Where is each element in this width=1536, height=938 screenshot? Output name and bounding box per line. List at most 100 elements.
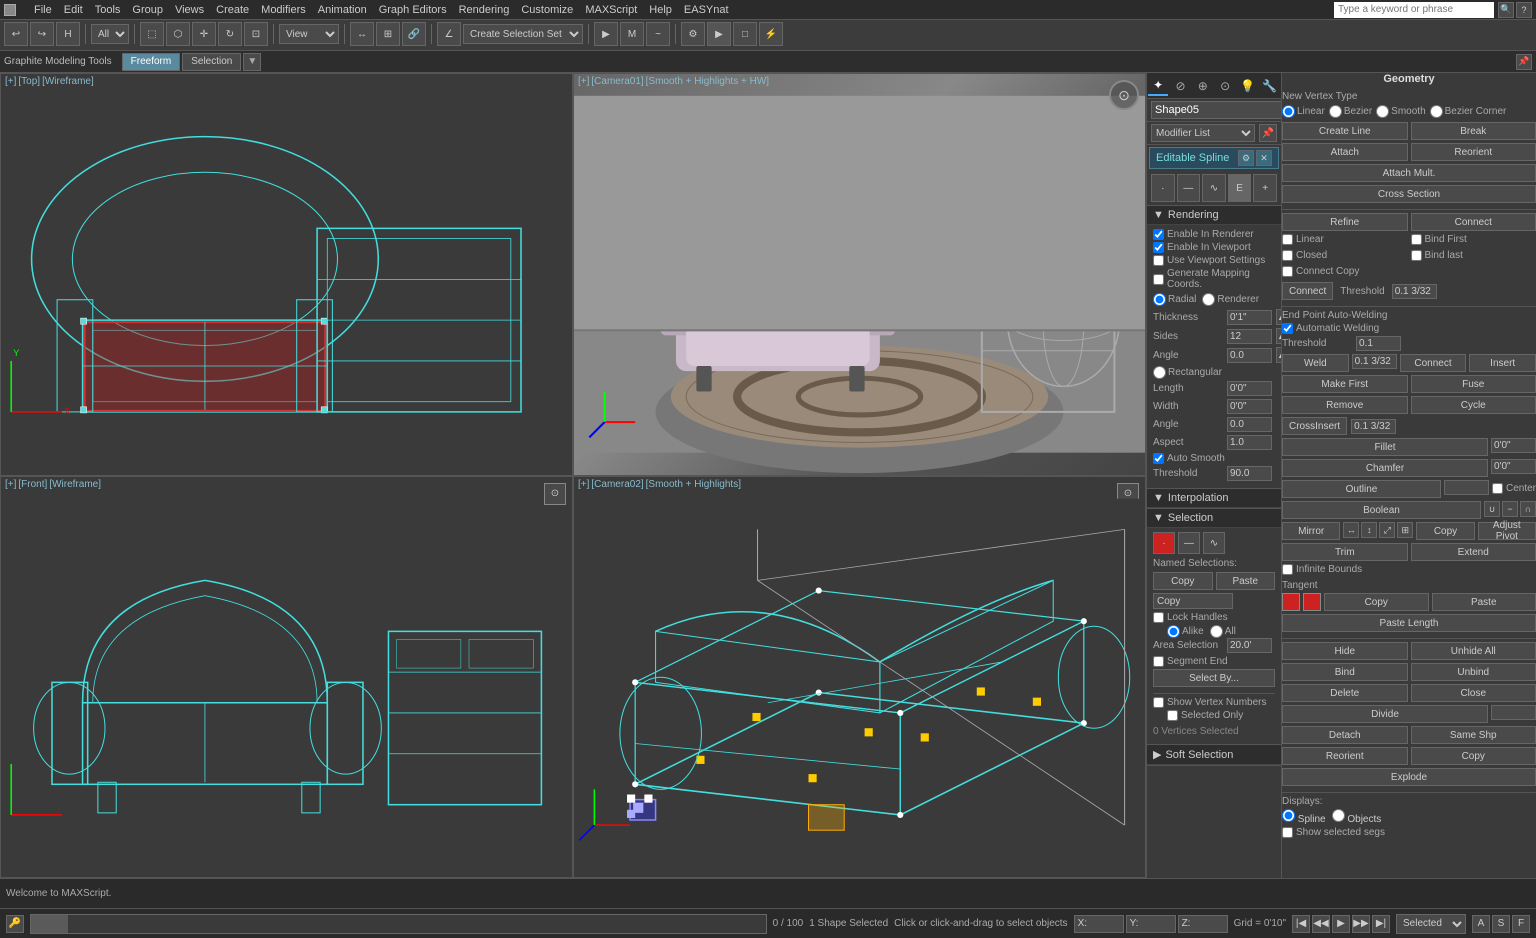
spline-config-icon[interactable]: ⚙ bbox=[1238, 150, 1254, 166]
next-frame-btn[interactable]: ▶| bbox=[1372, 915, 1390, 933]
weld-val-input[interactable] bbox=[1352, 354, 1397, 369]
undo-btn[interactable]: ↩ bbox=[4, 22, 28, 46]
bind-last-check[interactable] bbox=[1411, 250, 1422, 261]
delete-btn[interactable]: Delete bbox=[1282, 684, 1408, 702]
spline-icon[interactable]: ∿ bbox=[1202, 174, 1226, 202]
chamfer-val[interactable] bbox=[1491, 459, 1536, 474]
play-anim-btn[interactable]: ▶ bbox=[1332, 915, 1350, 933]
bezier-vertex-radio[interactable] bbox=[1329, 105, 1342, 118]
threshold-input[interactable] bbox=[1392, 284, 1437, 299]
trim-btn[interactable]: Trim bbox=[1282, 543, 1408, 561]
cross-section-btn[interactable]: Cross Section bbox=[1282, 185, 1536, 203]
vp2-label[interactable]: [+][Front][Wireframe] bbox=[5, 479, 103, 490]
bool-inter-icon[interactable]: ∩ bbox=[1520, 501, 1536, 517]
reorient-btn[interactable]: Reorient bbox=[1411, 143, 1536, 161]
auto-key-btn[interactable]: A bbox=[1472, 915, 1490, 933]
filter-select[interactable]: All bbox=[91, 24, 129, 44]
viewport-camera01[interactable]: [+][Camera01][Smooth + Highlights + HW] bbox=[573, 73, 1146, 476]
mirror-d-icon[interactable]: ⤢ bbox=[1379, 522, 1395, 538]
sel-spline-icon[interactable]: ∿ bbox=[1203, 532, 1225, 554]
window-icon[interactable] bbox=[4, 4, 16, 16]
prev-key-btn[interactable]: ◀◀ bbox=[1312, 915, 1330, 933]
quick-render-btn[interactable]: ⚡ bbox=[759, 22, 783, 46]
menu-modifiers[interactable]: Modifiers bbox=[261, 4, 306, 16]
radial-radio[interactable] bbox=[1153, 293, 1166, 306]
bool-sub-icon[interactable]: − bbox=[1502, 501, 1518, 517]
outline-val[interactable] bbox=[1444, 480, 1489, 495]
graphite-tab-freeform[interactable]: Freeform bbox=[122, 53, 181, 71]
menu-help[interactable]: Help bbox=[649, 4, 672, 16]
menu-create[interactable]: Create bbox=[216, 4, 249, 16]
extend-btn[interactable]: Extend bbox=[1411, 543, 1536, 561]
prev-frame-btn[interactable]: |◀ bbox=[1292, 915, 1310, 933]
time-slider[interactable] bbox=[30, 914, 767, 934]
object-display-radio[interactable] bbox=[1332, 809, 1345, 822]
scale-btn[interactable]: ⊡ bbox=[244, 22, 268, 46]
z-coord-input[interactable] bbox=[1178, 915, 1228, 933]
same-shp-btn[interactable]: Same Shp bbox=[1411, 726, 1536, 744]
make-first-btn[interactable]: Make First bbox=[1282, 375, 1408, 393]
menu-graph-editors[interactable]: Graph Editors bbox=[379, 4, 447, 16]
menu-tools[interactable]: Tools bbox=[95, 4, 121, 16]
infinite-bounds-check[interactable] bbox=[1282, 564, 1293, 575]
enable-renderer-check[interactable] bbox=[1153, 229, 1164, 240]
fillet-btn[interactable]: Fillet bbox=[1282, 438, 1488, 456]
viewport-camera02[interactable]: [+][Camera02][Smooth + Highlights] ⊙ bbox=[573, 476, 1146, 879]
menu-rendering[interactable]: Rendering bbox=[459, 4, 510, 16]
select-by-btn[interactable]: Select By... bbox=[1153, 669, 1275, 687]
help-icon[interactable]: ? bbox=[1516, 2, 1532, 18]
hide-btn[interactable]: Hide bbox=[1282, 642, 1408, 660]
segment-end-check[interactable] bbox=[1153, 656, 1164, 667]
key-mode-icon[interactable]: 🔑 bbox=[6, 915, 24, 933]
vp4-label[interactable]: [+][Camera02][Smooth + Highlights] bbox=[578, 479, 743, 490]
break-btn[interactable]: Break bbox=[1411, 122, 1536, 140]
snap-btn[interactable]: 🔗 bbox=[402, 22, 426, 46]
selected-only-check[interactable] bbox=[1167, 710, 1178, 721]
copy-geo-btn[interactable]: Copy bbox=[1416, 522, 1474, 540]
lock-handles-check[interactable] bbox=[1153, 612, 1164, 623]
fuse-btn[interactable]: Fuse bbox=[1411, 375, 1536, 393]
menu-maxscript[interactable]: MAXScript bbox=[585, 4, 637, 16]
bind-first-check[interactable] bbox=[1411, 234, 1422, 245]
render-settings-btn[interactable]: ⚙ bbox=[681, 22, 705, 46]
copy3-btn[interactable]: Copy bbox=[1411, 747, 1536, 765]
linear-vertex-radio[interactable] bbox=[1282, 105, 1295, 118]
explode-btn[interactable]: Explode bbox=[1282, 768, 1536, 786]
length-input[interactable] bbox=[1227, 381, 1272, 396]
connect-btn[interactable]: Connect bbox=[1411, 213, 1536, 231]
fillet-val[interactable] bbox=[1491, 438, 1536, 453]
viewport-top[interactable]: [+][Top][Wireframe] bbox=[0, 73, 573, 476]
play-btn[interactable]: ▶ bbox=[594, 22, 618, 46]
x-coord-input[interactable] bbox=[1074, 915, 1124, 933]
show-vertex-nums-check[interactable] bbox=[1153, 697, 1164, 708]
graphite-tab-extra[interactable]: ▼ bbox=[243, 53, 261, 71]
key-filter-btn[interactable]: F bbox=[1512, 915, 1530, 933]
cycle-btn[interactable]: Cycle bbox=[1411, 396, 1536, 414]
detach-btn[interactable]: Detach bbox=[1282, 726, 1408, 744]
outline-btn[interactable]: Outline bbox=[1282, 480, 1441, 498]
refine-btn[interactable]: Refine bbox=[1282, 213, 1408, 231]
weld-threshold-input[interactable] bbox=[1356, 336, 1401, 351]
modifier-pin-btn[interactable]: 📌 bbox=[1259, 124, 1277, 142]
curve-btn[interactable]: ~ bbox=[646, 22, 670, 46]
tangent-color2[interactable] bbox=[1303, 593, 1321, 611]
attach-btn[interactable]: Attach bbox=[1282, 143, 1408, 161]
modifier-list-select[interactable]: Modifier List bbox=[1151, 124, 1255, 142]
mirror-h-icon[interactable]: ↔ bbox=[1343, 522, 1359, 538]
bool-union-icon[interactable]: ∪ bbox=[1484, 501, 1500, 517]
divide-val[interactable] bbox=[1491, 705, 1536, 720]
mirror-btn[interactable]: Mirror bbox=[1282, 522, 1340, 540]
attach-mult-btn[interactable]: Attach Mult. bbox=[1282, 164, 1536, 182]
bind-btn[interactable]: Bind bbox=[1282, 663, 1408, 681]
editable-spline[interactable]: Editable Spline ⚙ ✕ bbox=[1149, 147, 1279, 169]
display-icon[interactable]: 💡 bbox=[1237, 76, 1257, 96]
create-icon[interactable]: ✦ bbox=[1148, 76, 1168, 96]
weld-btn[interactable]: Weld bbox=[1282, 354, 1349, 372]
copy-named-btn[interactable]: Copy bbox=[1153, 572, 1213, 590]
mirror-copy-icon[interactable]: ⊞ bbox=[1397, 522, 1413, 538]
graphite-tab-selection[interactable]: Selection bbox=[182, 53, 241, 71]
graphite-pin-icon[interactable]: 📌 bbox=[1516, 54, 1532, 70]
hierarchy-icon[interactable]: ⊕ bbox=[1193, 76, 1213, 96]
menu-group[interactable]: Group bbox=[132, 4, 163, 16]
copy2-btn[interactable]: Copy bbox=[1324, 593, 1429, 611]
